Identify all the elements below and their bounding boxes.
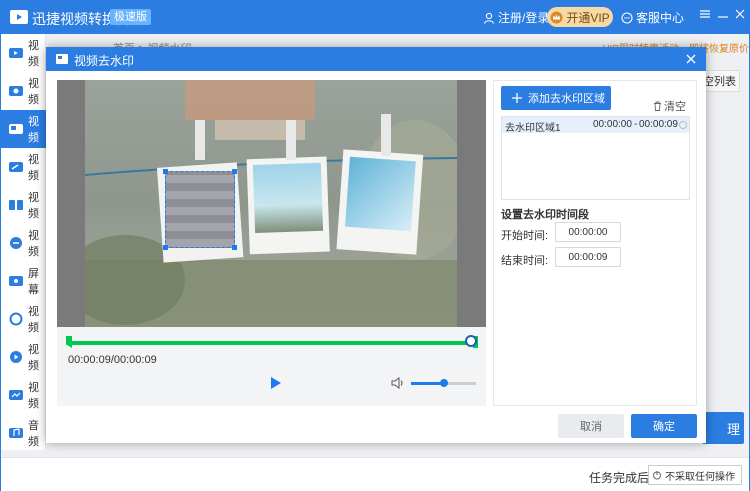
timeline-playhead[interactable] [465,335,477,347]
region-start: 00:00:00 [593,119,632,130]
sidebar-item-video-9[interactable]: 视频 [1,338,46,376]
remove-watermark-dialog: 视频去水印 00:00:09/00:00:09 添加去水印区域 清空 去水印区域… [46,47,706,443]
sidebar-item-video-2[interactable]: 视频 [1,72,46,110]
timeline-start-handle[interactable] [66,336,72,348]
watermark-regions-panel: 添加去水印区域 清空 去水印区域1 00:00:00 - 00:00:09 设置… [493,80,697,406]
screen-record-icon [9,276,23,286]
service-label: 客服中心 [636,11,685,25]
volume-icon[interactable] [391,377,405,389]
sidebar-item-label: 视频 [28,40,39,68]
sidebar-item-label: 视频 [28,230,39,258]
sidebar-item-video-watermark[interactable]: 视频 [1,110,46,148]
sidebar-item-screen-record[interactable]: 屏幕 [1,262,46,300]
sidebar-item-label: 视频 [28,154,39,182]
sidebar-item-label: 视频 [28,78,39,106]
resize-handle[interactable] [163,169,168,174]
add-region-label: 添加去水印区域 [528,93,605,105]
end-time-input[interactable]: 00:00:09 [555,247,621,267]
merge-icon [9,200,23,210]
sidebar-item-label: 视频 [28,306,39,334]
add-region-button[interactable]: 添加去水印区域 [501,86,611,110]
clear-button[interactable]: 清空 [653,98,686,114]
confirm-button[interactable]: 确定 [631,414,697,438]
after-task-value: 不采取任何操作 [665,471,735,483]
vip-label: 开通VIP [566,10,610,25]
trash-icon [654,101,661,111]
sidebar-item-audio[interactable]: 音频 [1,414,46,452]
sidebar-item-label: 视频 [28,344,39,372]
window-close-icon[interactable] [733,7,747,21]
chat-icon [621,11,633,24]
user-icon [483,12,495,24]
watermark-selection-box[interactable] [163,169,237,250]
cancel-button[interactable]: 取消 [558,414,624,438]
close-icon[interactable] [684,52,698,66]
end-time-label: 结束时间: [501,255,549,267]
region-name: 去水印区域1 [505,123,561,134]
app-logo-icon [10,10,28,24]
film-icon [9,86,23,96]
sidebar-item-label: 视频 [28,192,39,220]
edition-badge: 极速版 [110,9,151,25]
resize-handle[interactable] [232,245,237,250]
rotate-icon [9,312,23,326]
watermark-dialog-icon [56,54,68,64]
resize-handle[interactable] [163,245,168,250]
region-end: 00:00:09 [639,119,678,130]
title-bar: 迅捷视频转换器 极速版 注册/登录 开通VIP 客服中心 [1,1,749,34]
start-time-label: 开始时间: [501,230,549,242]
sidebar-item-label: 屏幕 [28,268,39,296]
crown-icon [550,11,563,23]
sidebar-item-video-6[interactable]: 视频 [1,224,46,262]
play-circle-icon [10,351,22,363]
dialog-header: 视频去水印 [46,47,706,71]
sidebar: 视频 视频 视频 视频 视频 视频 屏幕 视频 视频 视频 音频 [1,34,46,450]
video-frame-image [85,80,457,327]
process-button[interactable]: 理 [702,412,744,444]
sidebar-item-video-10[interactable]: 视频 [1,376,46,414]
login-label: 注册/登录 [498,11,550,25]
vip-button[interactable]: 开通VIP [547,7,613,27]
clear-label: 清空 [664,101,686,113]
video-icon [9,48,23,58]
status-bar: 任务完成后 不采取任何操作 [1,457,749,491]
sidebar-item-video-5[interactable]: 视频 [1,186,46,224]
volume-fill [411,382,444,385]
time-readout: 00:00:09/00:00:09 [68,354,157,366]
timeline-slider[interactable] [66,335,478,348]
play-icon[interactable] [270,376,282,390]
region-list: 去水印区域1 00:00:00 - 00:00:09 [501,116,690,200]
sidebar-item-label: 视频 [28,116,39,144]
volume-knob[interactable] [439,379,448,387]
sidebar-item-label: 视频 [28,382,39,410]
power-icon [653,471,661,480]
region-row[interactable]: 去水印区域1 00:00:00 - 00:00:09 [502,117,689,134]
video-preview[interactable] [57,80,486,327]
plus-icon [512,93,522,103]
volume-slider[interactable] [411,379,476,387]
audio-icon [9,428,23,438]
watermark-icon [9,124,23,134]
menu-icon[interactable] [698,7,712,21]
login-link[interactable]: 注册/登录 [483,9,549,26]
video-edit-icon [9,162,23,172]
resize-handle[interactable] [232,169,237,174]
dialog-title: 视频去水印 [74,54,135,68]
region-delete-icon[interactable] [679,121,687,129]
start-time-input[interactable]: 00:00:00 [555,222,621,242]
customer-service-link[interactable]: 客服中心 [621,9,684,26]
time-range-title: 设置去水印时间段 [501,209,589,221]
sidebar-item-video-4[interactable]: 视频 [1,148,46,186]
region-sep: - [634,119,638,130]
sidebar-item-label: 音频 [28,420,39,448]
minimize-icon[interactable] [716,7,730,21]
compress-icon [10,237,22,249]
video-player: 00:00:09/00:00:09 [57,80,486,406]
sidebar-item-video-8[interactable]: 视频 [1,300,46,338]
after-task-select[interactable]: 不采取任何操作 [648,465,742,485]
timeline-track [68,341,473,345]
after-task-label: 任务完成后 [589,471,650,485]
sidebar-item-video-convert[interactable]: 视频 [1,34,46,72]
gif-icon [9,390,23,400]
